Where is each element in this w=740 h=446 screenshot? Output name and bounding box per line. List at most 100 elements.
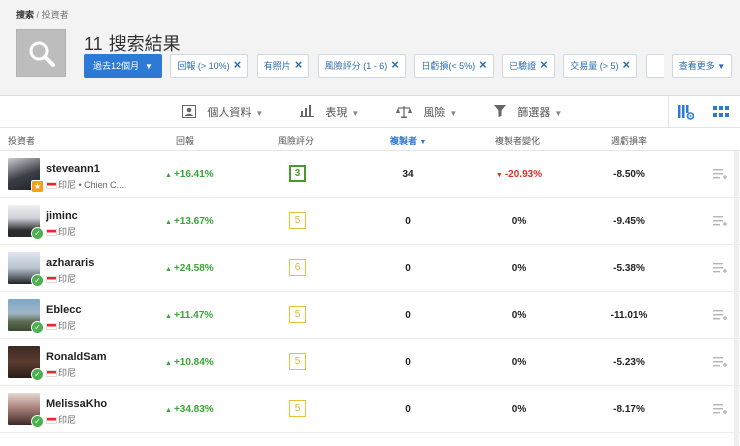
avatar[interactable]: ✓	[8, 252, 44, 287]
triangle-down-icon: ▼	[495, 172, 503, 179]
triangle-up-icon: ▲	[165, 407, 172, 414]
risk-score-badge: 5	[289, 400, 306, 417]
breadcrumb-search-link[interactable]: 搜索	[16, 10, 34, 20]
filter-bar: 過去12個月 ▼ 回報 (> 10%) × 有照片 × 風險評分 (1 - 6) × 日…	[84, 54, 664, 78]
column-investor[interactable]: 投資者	[8, 134, 35, 147]
avatar[interactable]: ✓	[8, 346, 44, 381]
investor-name[interactable]: jiminc	[46, 210, 78, 222]
tab-risk-label: 風險	[423, 107, 446, 119]
country-label: 印尼	[58, 274, 77, 284]
filter-chip-label: 已驗證	[509, 61, 537, 71]
table-row[interactable]: ✓ Eblecc 印尼 ▲ +11.47% 5 0 0% -11.01%	[0, 292, 740, 339]
tab-profile[interactable]: 個人資料 ▼	[182, 96, 263, 128]
weekly-dd-value: -9.45%	[613, 216, 645, 227]
column-risk-score[interactable]: 風險評分	[278, 134, 314, 147]
close-icon[interactable]: ×	[234, 55, 242, 75]
filter-chip-label: 日虧損(< 5%)	[421, 61, 476, 71]
chevron-down-icon: ▼	[554, 109, 563, 118]
copiers-change-text: 0%	[511, 310, 527, 321]
copiers-value: 34	[402, 169, 414, 180]
investor-country: 印尼	[46, 319, 76, 332]
investor-country: 印尼	[46, 225, 76, 238]
row-menu-icon[interactable]	[713, 262, 727, 274]
country-label: 印尼	[58, 321, 77, 331]
verified-check-icon: ✓	[31, 321, 44, 334]
close-icon[interactable]: ×	[391, 55, 399, 75]
filter-chip-risk[interactable]: 風險評分 (1 - 6) ×	[317, 54, 406, 78]
filter-chip-gain[interactable]: 回報 (> 10%) ×	[170, 54, 249, 78]
search-icon	[29, 41, 55, 67]
grid-view-icon[interactable]	[713, 104, 729, 120]
indonesia-flag-icon	[46, 276, 57, 284]
filter-chip-label: 交易量 (> 5)	[570, 61, 619, 71]
gain-value: ▲ +11.47%	[165, 310, 213, 321]
gain-text: +24.58%	[173, 263, 214, 274]
table-row[interactable]: ★ steveann1 印尼 • Chien C... ▲ +16.41% 3 34 ▼ -20…	[0, 151, 740, 198]
close-icon[interactable]: ×	[295, 55, 303, 75]
column-weekly-dd[interactable]: 週虧損率	[611, 134, 647, 147]
close-icon[interactable]: ×	[540, 55, 548, 75]
see-more-button[interactable]: 查看更多 ▼	[672, 54, 732, 78]
column-copiers-change[interactable]: 複製者變化	[495, 134, 540, 147]
copiers-change-value: 0%	[494, 216, 544, 227]
view-divider	[668, 96, 669, 128]
column-copiers-label: 複製者	[390, 136, 418, 146]
table-row[interactable]: ✓ RonaldSam 印尼 ▲ +10.84% 5 0 0% -5.23%	[0, 339, 740, 386]
avatar[interactable]: ★	[8, 158, 44, 193]
gain-value: ▲ +24.58%	[165, 263, 214, 274]
avatar[interactable]: ✓	[8, 393, 44, 428]
period-dropdown[interactable]: 過去12個月 ▼	[84, 54, 162, 78]
investor-name[interactable]: Eblecc	[46, 304, 81, 316]
investor-name[interactable]: MelissaKho	[46, 398, 107, 410]
copiers-change-value: 0%	[494, 404, 544, 415]
investor-name[interactable]: azhararis	[46, 257, 94, 269]
tab-profile-label: 個人資料	[207, 107, 252, 119]
results-label: 搜索結果	[108, 34, 181, 54]
filter-chip-label: 回報 (> 10%)	[177, 61, 230, 71]
verified-check-icon: ✓	[31, 274, 44, 287]
row-menu-icon[interactable]	[713, 215, 727, 227]
table-row[interactable]: ✓ jiminc 印尼 ▲ +13.67% 5 0 0% -9.45%	[0, 198, 740, 245]
table-row[interactable]: ✓ azhararis 印尼 ▲ +24.58% 6 0 0% -5.38%	[0, 245, 740, 292]
column-settings-icon[interactable]	[678, 104, 694, 120]
chevron-down-icon: ▼	[255, 109, 264, 118]
filter-chip-trades[interactable]: 交易量 (> 5) ×	[563, 54, 638, 78]
weekly-dd-value: -8.50%	[613, 169, 645, 180]
investor-name[interactable]: steveann1	[46, 163, 100, 175]
tab-filters[interactable]: 篩選器 ▼	[494, 96, 562, 128]
row-menu-icon[interactable]	[713, 168, 727, 180]
table-row[interactable]: ✓ MelissaKho 印尼 ▲ +34.83% 5 0 0% -8.17%	[0, 386, 740, 433]
avatar[interactable]: ✓	[8, 299, 44, 334]
gain-text: +34.83%	[173, 404, 214, 415]
weekly-dd-value: -5.38%	[613, 263, 645, 274]
filter-chip-photo[interactable]: 有照片 ×	[256, 54, 310, 78]
indonesia-flag-icon	[46, 417, 57, 425]
country-label: 印尼	[58, 415, 77, 425]
column-copiers[interactable]: 複製者 ▼	[390, 134, 426, 147]
row-menu-icon[interactable]	[713, 403, 727, 415]
verified-check-icon: ✓	[31, 415, 44, 428]
filter-chip-verified[interactable]: 已驗證 ×	[502, 54, 555, 78]
results-title: 11 搜索結果	[84, 30, 181, 56]
triangle-up-icon: ▲	[165, 172, 172, 179]
row-menu-icon[interactable]	[713, 356, 727, 368]
close-icon[interactable]: ×	[622, 55, 630, 75]
filter-chip-overflow[interactable]: ​	[645, 54, 664, 78]
avatar[interactable]: ✓	[8, 205, 44, 240]
copiers-change-value: 0%	[494, 357, 544, 368]
scrollbar[interactable]	[734, 151, 739, 446]
gain-value: ▲ +16.41%	[165, 169, 214, 180]
sort-down-icon: ▼	[419, 139, 427, 146]
scale-icon	[396, 105, 415, 119]
investor-name[interactable]: RonaldSam	[46, 351, 107, 363]
column-gain[interactable]: 回報	[176, 134, 194, 147]
copiers-value: 0	[405, 310, 411, 321]
chevron-down-icon: ▼	[351, 109, 360, 118]
breadcrumb-current: 投資者	[41, 10, 69, 20]
tab-performance[interactable]: 表現 ▼	[300, 96, 359, 128]
close-icon[interactable]: ×	[479, 55, 487, 75]
row-menu-icon[interactable]	[713, 309, 727, 321]
filter-chip-daily-dd[interactable]: 日虧損(< 5%) ×	[414, 54, 494, 78]
copiers-change-value: ▼ -20.93%	[494, 169, 544, 180]
tab-risk[interactable]: 風險 ▼	[396, 96, 457, 128]
